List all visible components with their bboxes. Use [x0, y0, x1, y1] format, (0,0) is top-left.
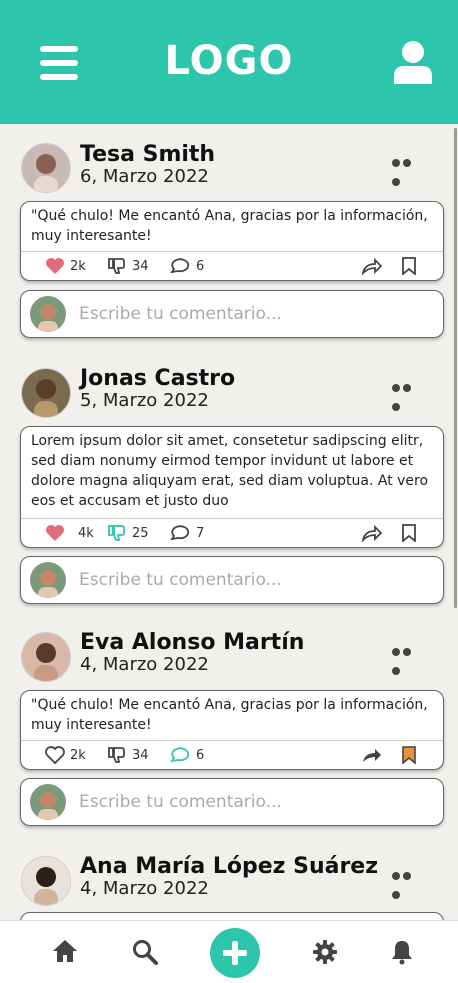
- home-icon[interactable]: [52, 939, 78, 967]
- author-name[interactable]: Tesa Smith: [80, 142, 215, 167]
- my-avatar: [30, 296, 66, 332]
- more-options-icon[interactable]: [392, 152, 424, 186]
- comments-button[interactable]: 6: [169, 257, 204, 275]
- bookmark-icon: [402, 524, 416, 542]
- heart-icon: [46, 258, 64, 274]
- bottom-nav: [0, 920, 458, 983]
- dislike-button[interactable]: 34: [107, 746, 149, 764]
- post-card: [20, 912, 444, 920]
- comment-count: 7: [196, 525, 205, 541]
- avatar[interactable]: [21, 856, 71, 906]
- bookmark-button[interactable]: [401, 257, 422, 275]
- comment-bubble-icon: [170, 258, 190, 274]
- post-date: 4, Marzo 2022: [80, 878, 209, 899]
- my-avatar: [30, 784, 66, 820]
- thumbs-down-icon: [108, 747, 125, 763]
- comment-box: [20, 556, 444, 604]
- bookmark-button[interactable]: [401, 524, 422, 542]
- post-actions: 4k 25 7: [21, 518, 443, 547]
- like-button[interactable]: 2k: [45, 746, 86, 764]
- post-card: "Qué chulo! Me encantó Ana, gracias por …: [20, 690, 444, 770]
- share-button[interactable]: [361, 746, 388, 764]
- share-button[interactable]: [361, 524, 388, 542]
- post-card: Lorem ipsum dolor sit amet, consetetur s…: [20, 426, 444, 548]
- add-post-button[interactable]: [210, 928, 260, 978]
- search-icon[interactable]: [132, 939, 158, 969]
- dislike-button[interactable]: 25: [107, 524, 149, 542]
- heart-outline-icon: [45, 746, 65, 764]
- gear-icon[interactable]: [312, 939, 338, 969]
- comment-bubble-icon: [170, 747, 190, 763]
- comment-count: 6: [196, 747, 205, 763]
- user-profile-icon[interactable]: [392, 40, 434, 84]
- dislike-button[interactable]: 34: [107, 257, 149, 275]
- like-count: 2k: [70, 747, 86, 763]
- bookmark-icon: [402, 257, 416, 275]
- comment-box: [20, 290, 444, 338]
- post-date: 5, Marzo 2022: [80, 390, 209, 411]
- post-text: "Qué chulo! Me encantó Ana, gracias por …: [31, 208, 428, 244]
- comment-input[interactable]: [77, 300, 431, 328]
- plus-icon: [223, 941, 247, 965]
- comment-input[interactable]: [77, 566, 431, 594]
- like-button[interactable]: 2k: [45, 257, 86, 275]
- post-date: 6, Marzo 2022: [80, 166, 209, 187]
- scrollbar[interactable]: [454, 128, 457, 608]
- post-actions: 2k 34 6: [21, 251, 443, 280]
- post-text: "Qué chulo! Me encantó Ana, gracias por …: [31, 697, 428, 733]
- avatar[interactable]: [21, 632, 71, 682]
- comments-button[interactable]: 7: [169, 524, 204, 542]
- top-bar: LOGO: [0, 0, 458, 124]
- post-actions: 2k 34 6: [21, 740, 443, 769]
- dislike-count: 34: [132, 747, 149, 763]
- post-text: Lorem ipsum dolor sit amet, consetetur s…: [31, 433, 429, 509]
- share-icon: [361, 524, 383, 542]
- comment-count: 6: [196, 258, 205, 274]
- post-card: "Qué chulo! Me encantó Ana, gracias por …: [20, 201, 444, 281]
- avatar[interactable]: [21, 143, 71, 193]
- bookmark-button[interactable]: [401, 746, 422, 764]
- share-button[interactable]: [361, 257, 388, 275]
- heart-icon: [46, 525, 64, 541]
- bookmark-icon: [402, 746, 416, 764]
- comment-box: [20, 778, 444, 826]
- thumbs-down-icon: [108, 525, 125, 541]
- comment-input[interactable]: [77, 788, 431, 816]
- dislike-count: 34: [132, 258, 149, 274]
- more-options-icon[interactable]: [392, 865, 424, 899]
- author-name[interactable]: Jonas Castro: [80, 366, 235, 391]
- thumbs-down-icon: [108, 258, 125, 274]
- post-date: 4, Marzo 2022: [80, 654, 209, 675]
- like-button[interactable]: 4k: [45, 524, 94, 542]
- more-options-icon[interactable]: [392, 377, 424, 411]
- feed[interactable]: Tesa Smith 6, Marzo 2022 "Qué chulo! Me …: [0, 124, 458, 920]
- author-name[interactable]: Ana María López Suárez: [80, 854, 378, 879]
- comment-bubble-icon: [170, 525, 190, 541]
- like-count: 4k: [78, 525, 94, 541]
- my-avatar: [30, 562, 66, 598]
- more-options-icon[interactable]: [392, 641, 424, 675]
- bell-icon[interactable]: [390, 939, 414, 969]
- like-count: 2k: [70, 258, 86, 274]
- share-icon: [363, 749, 381, 762]
- dislike-count: 25: [132, 525, 149, 541]
- share-icon: [361, 257, 383, 275]
- comments-button[interactable]: 6: [169, 746, 204, 764]
- author-name[interactable]: Eva Alonso Martín: [80, 630, 304, 655]
- avatar[interactable]: [21, 368, 71, 418]
- logo: LOGO: [164, 38, 294, 84]
